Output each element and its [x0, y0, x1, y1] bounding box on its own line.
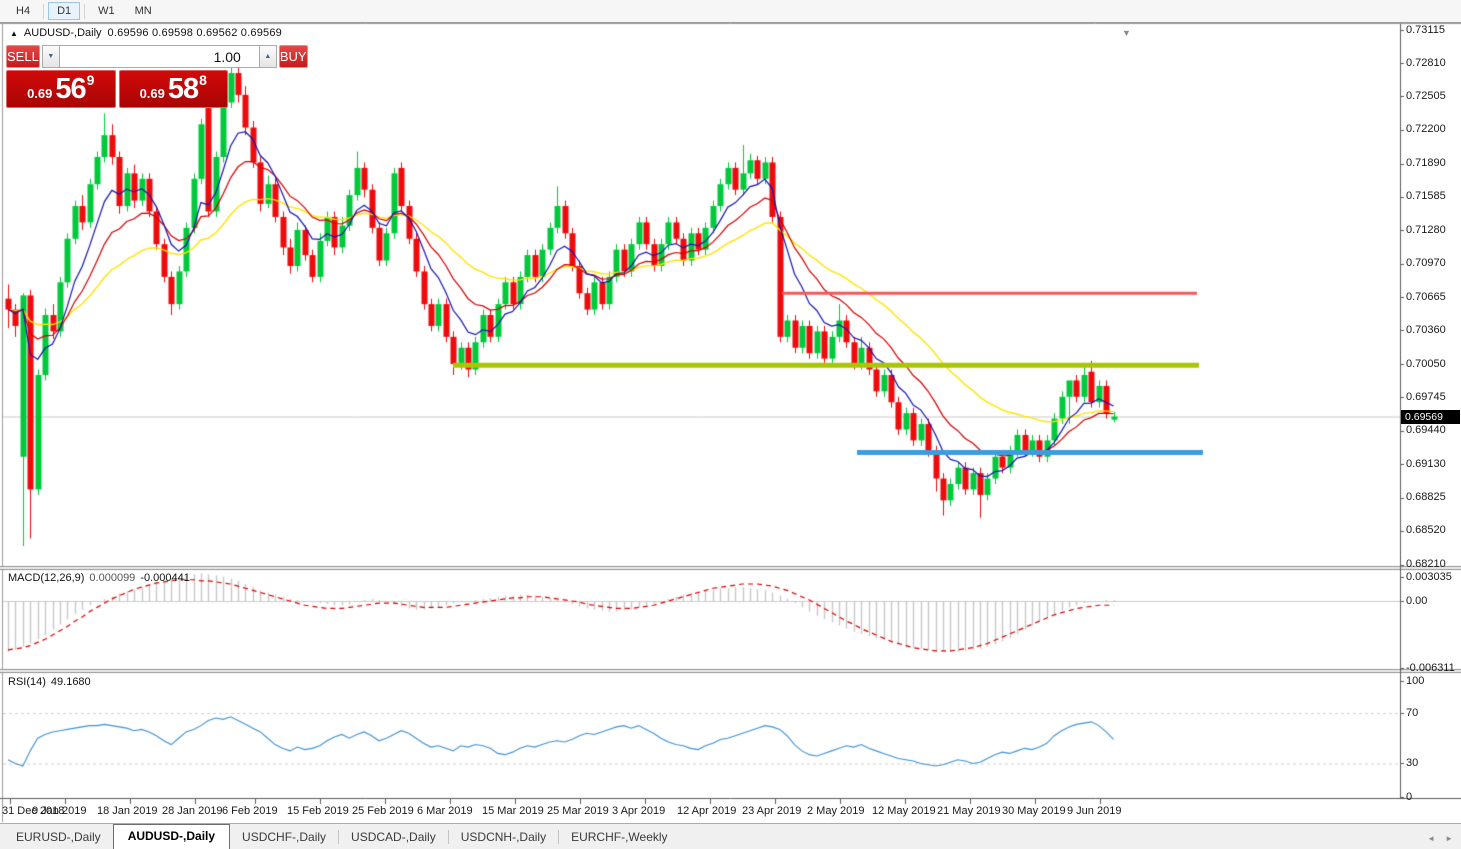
rsi-axis-label: 70 — [1406, 707, 1418, 719]
chart-tab-bar: EURUSD-,DailyAUDUSD-,DailyUSDCHF-,DailyU… — [0, 823, 1461, 849]
tab-scroll-left-icon[interactable]: ◄ — [1427, 834, 1435, 843]
chart-tab-usdchf[interactable]: USDCHF-,Daily — [230, 826, 338, 849]
price-axis-label: 0.71280 — [1406, 224, 1446, 236]
chart-ohlc-values: 0.69596 0.69598 0.69562 0.69569 — [108, 27, 282, 39]
date-axis-label: 25 Mar 2019 — [547, 805, 609, 817]
date-axis-label: 23 Apr 2019 — [742, 805, 801, 817]
date-axis-label: 12 Apr 2019 — [677, 805, 736, 817]
timeframe-toolbar: H4 D1 W1MN — [0, 0, 1461, 23]
price-axis-label: 0.71585 — [1406, 190, 1446, 202]
price-axis-label: 0.69130 — [1406, 458, 1446, 470]
rsi-indicator-label: RSI(14) 49.1680 — [8, 676, 91, 688]
date-axis-label: 15 Feb 2019 — [287, 805, 349, 817]
volume-input[interactable] — [60, 45, 259, 68]
chart-tab-usdcnh[interactable]: USDCNH-,Daily — [449, 826, 558, 849]
toolbar-separator — [84, 4, 85, 19]
rsi-value: 49.1680 — [51, 676, 91, 688]
volume-decrease-button[interactable]: ▼ — [42, 45, 60, 68]
symbol-triangle-icon: ▲ — [10, 29, 18, 38]
macd-axis-label: -0.006311 — [1406, 662, 1455, 674]
rsi-name: RSI(14) — [8, 676, 46, 688]
buy-price-box[interactable]: 0.69 58 8 — [119, 70, 229, 108]
date-axis-label: 28 Jan 2019 — [162, 805, 223, 817]
date-axis-label: 12 May 2019 — [872, 805, 936, 817]
price-axis-label: 0.72505 — [1406, 90, 1446, 102]
timeframe-button-w1[interactable]: W1 — [89, 2, 124, 20]
quote-panel-collapse-icon[interactable]: ▼ — [1122, 28, 1131, 38]
macd-main-value: 0.000099 — [89, 572, 135, 584]
rsi-axis-label: 30 — [1406, 757, 1418, 769]
price-axis-label: 0.69440 — [1406, 424, 1446, 436]
price-axis-label: 0.68210 — [1406, 558, 1446, 570]
rsi-axis-label: 100 — [1406, 675, 1424, 687]
timeframe-button-d1[interactable]: D1 — [48, 2, 80, 20]
tab-scroll-right-icon[interactable]: ► — [1445, 834, 1453, 843]
sell-price-big: 56 — [55, 75, 85, 104]
buy-price-sup: 8 — [199, 71, 207, 87]
date-axis-label: 2 May 2019 — [807, 805, 864, 817]
date-axis-label: 30 May 2019 — [1002, 805, 1066, 817]
macd-axis-label: 0.00 — [1406, 595, 1427, 607]
sell-price-box[interactable]: 0.69 56 9 — [6, 70, 116, 108]
price-axis-label: 0.72200 — [1406, 123, 1446, 135]
chart-tab-eurchf[interactable]: EURCHF-,Weekly — [559, 826, 679, 849]
timeframe-button-h4[interactable]: H4 — [7, 2, 39, 20]
date-axis-label: 6 Mar 2019 — [417, 805, 473, 817]
price-axis-label: 0.68825 — [1406, 491, 1446, 503]
date-axis-label: 6 Feb 2019 — [222, 805, 278, 817]
chart-tab-usdcad[interactable]: USDCAD-,Daily — [339, 826, 448, 849]
timeframe-button-mn[interactable]: MN — [126, 2, 161, 20]
date-axis-label: 9 Jun 2019 — [1067, 805, 1121, 817]
rsi-axis-label: 0 — [1406, 791, 1412, 803]
chart-title: ▲ AUDUSD-,Daily 0.69596 0.69598 0.69562 … — [10, 27, 282, 39]
chart-tab-eurusd[interactable]: EURUSD-,Daily — [4, 826, 113, 849]
macd-axis-label: 0.003035 — [1406, 571, 1452, 583]
date-axis-label: 25 Feb 2019 — [352, 805, 414, 817]
price-axis-label: 0.71890 — [1406, 157, 1446, 169]
tab-scroll-buttons: ◄► — [1427, 834, 1453, 843]
price-axis-label: 0.70050 — [1406, 358, 1446, 370]
price-axis-label: 0.69745 — [1406, 391, 1446, 403]
chart-canvas[interactable] — [0, 0, 1461, 849]
toolbar-separator — [43, 4, 44, 19]
chart-tab-audusd[interactable]: AUDUSD-,Daily — [113, 824, 230, 849]
date-axis-label: 9 Jan 2019 — [32, 805, 86, 817]
price-axis-label: 0.68520 — [1406, 524, 1446, 536]
price-axis-label: 0.73115 — [1406, 24, 1445, 36]
price-axis-label: 0.70665 — [1406, 291, 1446, 303]
volume-increase-button[interactable]: ▲ — [259, 45, 277, 68]
price-axis-label: 0.72810 — [1406, 57, 1446, 69]
buy-button[interactable]: BUY — [279, 45, 308, 68]
price-axis-label: 0.70360 — [1406, 324, 1446, 336]
price-axis-label: 0.70970 — [1406, 257, 1446, 269]
macd-indicator-label: MACD(12,26,9) 0.000099 -0.000441 — [8, 572, 190, 584]
chart-symbol-label: AUDUSD-,Daily — [24, 27, 102, 39]
macd-name: MACD(12,26,9) — [8, 572, 84, 584]
date-axis-label: 21 May 2019 — [937, 805, 1001, 817]
date-axis-label: 15 Mar 2019 — [482, 805, 544, 817]
buy-price-prefix: 0.69 — [140, 84, 165, 104]
sell-price-prefix: 0.69 — [27, 84, 52, 104]
sell-button[interactable]: SELL — [6, 45, 40, 68]
date-axis-label: 3 Apr 2019 — [612, 805, 665, 817]
date-axis-label: 18 Jan 2019 — [97, 805, 158, 817]
sell-price-sup: 9 — [87, 71, 95, 87]
one-click-trading-panel: SELL ▼ ▲ BUY 0.69 56 9 0.69 58 8 — [6, 45, 228, 108]
current-price-tag: 0.69569 — [1401, 410, 1460, 424]
macd-signal-value: -0.000441 — [140, 572, 190, 584]
buy-price-big: 58 — [168, 75, 198, 104]
